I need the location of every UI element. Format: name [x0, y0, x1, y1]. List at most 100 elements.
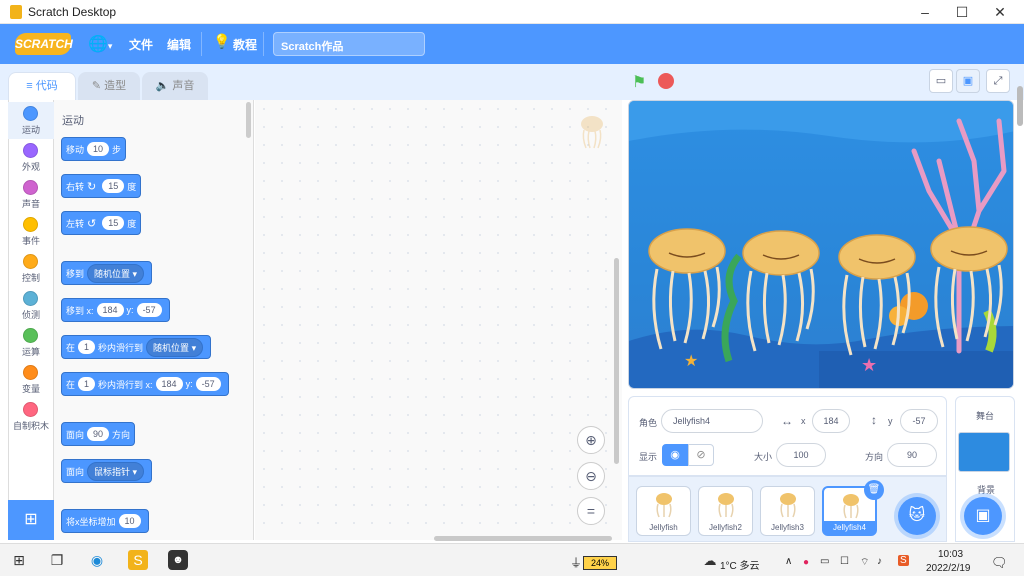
target-dropdown[interactable]: 随机位置 ▾	[146, 337, 204, 357]
green-flag-icon[interactable]: ⚑	[632, 72, 646, 92]
category-control[interactable]: 控制	[8, 250, 54, 287]
script-area[interactable]	[255, 100, 622, 540]
sprite-thumb-jellyfish2[interactable]: Jellyfish2	[698, 486, 753, 536]
stage-backdrop-thumbnail[interactable]	[958, 432, 1010, 472]
direction-input[interactable]: 90	[887, 443, 937, 467]
file-menu[interactable]: 文件	[129, 36, 153, 53]
block-turn-right[interactable]: 右转 ↻ 15 度	[61, 174, 142, 198]
app-taskbar-icon[interactable]: ☻	[168, 550, 188, 570]
category-sensing[interactable]: 侦测	[8, 287, 54, 324]
palette-scrollbar[interactable]	[246, 102, 251, 138]
category-sound[interactable]: 声音	[8, 176, 54, 213]
script-vertical-scrollbar[interactable]	[614, 258, 619, 464]
block-glide-to-xy[interactable]: 在 1 秒内滑行到 x: 184 y: -57	[61, 372, 229, 396]
y-position-input[interactable]: -57	[900, 409, 938, 433]
y-input[interactable]: -57	[195, 377, 221, 391]
add-sprite-button[interactable]: 🐱	[898, 497, 936, 535]
hide-sprite-button[interactable]: ⊘	[688, 444, 714, 466]
window-scrollbar[interactable]	[1017, 86, 1023, 126]
block-glide-to[interactable]: 在 1 秒内滑行到 随机位置 ▾	[61, 335, 212, 359]
block-turn-left[interactable]: 左转 ↺ 15 度	[61, 211, 142, 235]
wifi-icon[interactable]: ⌔	[860, 556, 869, 569]
edit-menu[interactable]: 编辑	[167, 36, 191, 53]
show-sprite-button[interactable]: ◉	[662, 444, 688, 466]
weather-text[interactable]: 1°C 多云	[720, 557, 760, 572]
x-position-input[interactable]: 184	[812, 409, 850, 433]
x-input[interactable]: 184	[155, 377, 183, 391]
x-input[interactable]: 184	[96, 303, 124, 317]
chevron-up-icon[interactable]: ∧	[785, 556, 792, 567]
tray-app-icon[interactable]: ▭	[820, 556, 829, 567]
block-go-to[interactable]: 移到 随机位置 ▾	[61, 261, 153, 285]
brush-icon: ✎	[91, 80, 105, 92]
tutorials-menu[interactable]: 教程	[233, 36, 257, 53]
close-button[interactable]: ✕	[985, 2, 1015, 22]
delete-sprite-button[interactable]: 🗑	[864, 480, 884, 500]
steps-input[interactable]: 10	[87, 142, 110, 156]
block-go-to-xy[interactable]: 移到 x: 184 y: -57	[61, 298, 170, 322]
add-extension-button[interactable]: ⊞	[8, 500, 54, 540]
small-stage-button[interactable]: ▭	[929, 69, 953, 93]
clock-date[interactable]: 2022/2/19	[926, 563, 971, 574]
block-change-x[interactable]: 将x坐标增加 10	[61, 509, 149, 533]
minimize-button[interactable]: –	[910, 2, 940, 22]
tab-code[interactable]: ≡ 代码	[8, 72, 76, 100]
category-variables[interactable]: 变量	[8, 361, 54, 398]
seconds-input[interactable]: 1	[78, 340, 96, 354]
category-operators[interactable]: 运算	[8, 324, 54, 361]
project-title-input[interactable]: Scratch作品	[273, 32, 425, 56]
y-input[interactable]: -57	[136, 303, 162, 317]
maximize-button[interactable]: ☐	[947, 2, 977, 22]
degrees-input[interactable]: 15	[102, 216, 125, 230]
tab-sounds[interactable]: 🔈 声音	[142, 72, 208, 100]
volume-icon[interactable]: ♪	[877, 556, 882, 567]
script-horizontal-scrollbar[interactable]	[434, 536, 612, 541]
sprite-name-input[interactable]: Jellyfish4	[661, 409, 763, 433]
change-x-input[interactable]: 10	[118, 514, 141, 528]
tray-chat-icon[interactable]: ☐	[840, 556, 849, 567]
notification-icon[interactable]: 🗨	[991, 555, 1008, 571]
scratch-taskbar-icon[interactable]: S	[128, 550, 148, 570]
towards-dropdown[interactable]: 鼠标指针 ▾	[87, 461, 145, 481]
block-move-steps[interactable]: 移动 10 步	[61, 137, 127, 161]
sprite-thumb-jellyfish3[interactable]: Jellyfish3	[760, 486, 815, 536]
size-input[interactable]: 100	[776, 443, 826, 467]
edge-browser-icon[interactable]: ◉	[87, 550, 107, 570]
category-events[interactable]: 事件	[8, 213, 54, 250]
category-dot	[23, 143, 38, 158]
stop-icon[interactable]	[658, 73, 674, 89]
block-point-towards[interactable]: 面向 鼠标指针 ▾	[61, 459, 153, 483]
lightbulb-icon[interactable]: 💡	[213, 33, 230, 50]
y-arrows-icon: ↕	[871, 413, 877, 427]
task-view-icon[interactable]: ❐	[47, 550, 67, 570]
category-motion[interactable]: 运动	[8, 102, 54, 139]
large-stage-icon: ▣	[962, 75, 974, 87]
zoom-out-button[interactable]: ⊖	[577, 462, 605, 490]
weather-cloud-icon[interactable]: ☁	[700, 551, 720, 571]
block-point-in-direction[interactable]: 面向 90 方向	[61, 422, 136, 446]
fullscreen-button[interactable]: ⤢	[986, 69, 1010, 93]
input-method-icon[interactable]: S	[898, 555, 909, 566]
large-stage-button[interactable]: ▣	[956, 69, 980, 93]
degrees-input[interactable]: 15	[102, 179, 125, 193]
battery-indicator[interactable]: 24%	[583, 556, 617, 570]
zoom-reset-button[interactable]: =	[577, 497, 605, 525]
direction-input[interactable]: 90	[87, 427, 110, 441]
globe-icon[interactable]: 🌐▾	[88, 34, 112, 54]
speaker-icon: 🔈	[155, 80, 173, 92]
stage[interactable]: ★ ★	[628, 100, 1014, 389]
scratch-logo[interactable]: SCRATCH	[15, 33, 73, 55]
seconds-input[interactable]: 1	[78, 377, 96, 391]
category-dot	[23, 106, 38, 121]
clock-time[interactable]: 10:03	[938, 549, 963, 560]
windows-start-icon[interactable]: ⊞	[9, 550, 29, 570]
sprite-thumb-jellyfish[interactable]: Jellyfish	[636, 486, 691, 536]
tab-costumes[interactable]: ✎ 造型	[78, 72, 140, 100]
category-my-blocks[interactable]: 自制积木	[8, 398, 54, 435]
add-backdrop-button[interactable]: ▣	[964, 497, 1002, 535]
category-looks[interactable]: 外观	[8, 139, 54, 176]
zoom-in-button[interactable]: ⊕	[577, 426, 605, 454]
direction-label: 方向	[865, 452, 884, 462]
target-dropdown[interactable]: 随机位置 ▾	[87, 263, 145, 283]
record-icon[interactable]: ●	[803, 557, 809, 568]
